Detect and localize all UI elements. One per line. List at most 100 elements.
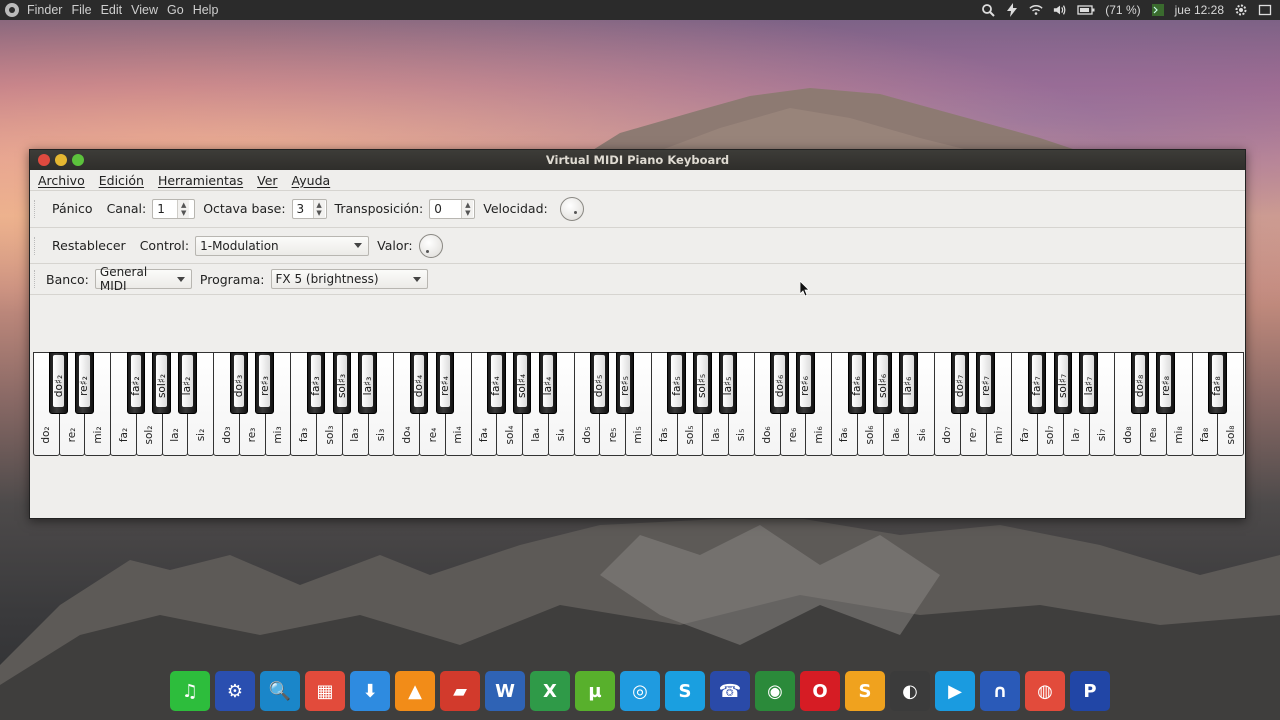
- black-key[interactable]: do♯₆: [770, 352, 789, 414]
- menu-finder[interactable]: Finder: [27, 3, 62, 17]
- headphones-icon[interactable]: ∩: [980, 671, 1020, 711]
- control-select[interactable]: 1-Modulation: [195, 235, 370, 256]
- menu-ver[interactable]: Ver: [257, 173, 277, 188]
- black-key[interactable]: sol♯₅: [693, 352, 712, 414]
- channel-value[interactable]: 1: [153, 202, 177, 216]
- wifi-icon[interactable]: [1029, 3, 1043, 17]
- black-key[interactable]: fa♯₂: [126, 352, 146, 414]
- safari-icon[interactable]: ◎: [620, 671, 660, 711]
- ubuntu-logo-icon[interactable]: [5, 3, 19, 17]
- utorrent-icon[interactable]: µ: [575, 671, 615, 711]
- calculator-icon[interactable]: ▦: [305, 671, 345, 711]
- menu-file[interactable]: File: [71, 3, 91, 17]
- black-key[interactable]: do♯₇: [950, 352, 970, 414]
- panic-button[interactable]: Pánico: [46, 198, 99, 219]
- window-icon[interactable]: [1258, 3, 1272, 17]
- toolbar-grip[interactable]: [34, 270, 38, 288]
- menu-edicion[interactable]: Edición: [99, 173, 144, 188]
- black-key[interactable]: fa♯₈: [1207, 352, 1227, 414]
- steam-icon[interactable]: ◐: [890, 671, 930, 711]
- word-icon[interactable]: W: [485, 671, 525, 711]
- black-key[interactable]: do♯₄: [409, 352, 429, 414]
- bolt-icon[interactable]: [1005, 3, 1019, 17]
- black-key[interactable]: fa♯₆: [847, 352, 867, 414]
- dropdown-arrow-icon[interactable]: [176, 276, 185, 282]
- sublime-icon[interactable]: S: [845, 671, 885, 711]
- bank-select[interactable]: General MIDI: [94, 265, 192, 293]
- toolbar-grip[interactable]: [34, 199, 38, 218]
- play-icon[interactable]: ▶: [935, 671, 975, 711]
- black-key[interactable]: fa♯₃: [306, 352, 326, 414]
- black-key[interactable]: sol♯₄: [512, 352, 532, 414]
- volume-icon[interactable]: [1053, 3, 1067, 17]
- program-select[interactable]: FX 5 (brightness): [270, 269, 428, 289]
- music-icon[interactable]: ♫: [170, 671, 210, 711]
- search-app-icon[interactable]: 🔍: [260, 671, 300, 711]
- octave-spinbox[interactable]: 3 ▲ ▼: [291, 198, 327, 219]
- black-key[interactable]: do♯₂: [49, 352, 68, 414]
- transpose-value[interactable]: 0: [430, 202, 461, 216]
- black-key[interactable]: do♯₃: [229, 352, 249, 414]
- menu-help[interactable]: Help: [193, 3, 219, 17]
- excel-icon[interactable]: X: [530, 671, 570, 711]
- control-value[interactable]: 1-Modulation: [200, 239, 279, 253]
- black-key[interactable]: sol♯₆: [873, 352, 892, 414]
- menu-herramientas[interactable]: Herramientas: [158, 173, 243, 188]
- spin-arrows-icon[interactable]: ▲ ▼: [312, 199, 325, 218]
- black-key[interactable]: la♯₇: [1079, 352, 1098, 414]
- menu-go[interactable]: Go: [167, 3, 184, 17]
- black-key[interactable]: fa♯₄: [487, 352, 506, 414]
- pandora-icon[interactable]: P: [1070, 671, 1110, 711]
- black-key[interactable]: sol♯₃: [332, 352, 352, 414]
- black-key[interactable]: sol♯₇: [1053, 352, 1073, 414]
- toolbar-grip[interactable]: [34, 236, 38, 255]
- bank-value[interactable]: General MIDI: [100, 265, 169, 293]
- black-key[interactable]: re♯₃: [255, 352, 274, 414]
- dropdown-arrow-icon[interactable]: [354, 243, 363, 248]
- download-icon[interactable]: ⬇: [350, 671, 390, 711]
- window-titlebar[interactable]: Virtual MIDI Piano Keyboard: [30, 150, 1245, 170]
- black-key[interactable]: la♯₂: [178, 352, 197, 414]
- black-key[interactable]: re♯₂: [75, 352, 94, 414]
- black-key[interactable]: fa♯₅: [667, 352, 686, 414]
- globe-icon[interactable]: ◉: [755, 671, 795, 711]
- black-key[interactable]: re♯₅: [615, 352, 635, 414]
- menu-view[interactable]: View: [131, 3, 158, 17]
- vlc-icon[interactable]: ▲: [395, 671, 435, 711]
- velocity-knob[interactable]: [559, 196, 584, 221]
- files-icon[interactable]: ▰: [440, 671, 480, 711]
- skype-icon[interactable]: S: [665, 671, 705, 711]
- black-key[interactable]: fa♯₇: [1027, 352, 1047, 414]
- clock[interactable]: jue 12:28: [1175, 3, 1224, 17]
- value-knob[interactable]: [418, 233, 443, 258]
- chrome-icon[interactable]: ◍: [1025, 671, 1065, 711]
- black-key[interactable]: do♯₅: [590, 352, 609, 414]
- octave-value[interactable]: 3: [293, 202, 313, 216]
- search-icon[interactable]: [981, 3, 995, 17]
- spin-arrows-icon[interactable]: ▲ ▼: [177, 199, 190, 218]
- menu-edit[interactable]: Edit: [101, 3, 123, 17]
- transpose-spinbox[interactable]: 0 ▲ ▼: [429, 198, 476, 219]
- battery-icon[interactable]: [1077, 3, 1095, 17]
- black-key[interactable]: la♯₃: [358, 352, 377, 414]
- reset-button[interactable]: Restablecer: [46, 235, 132, 256]
- black-key[interactable]: re♯₄: [435, 352, 455, 414]
- black-key[interactable]: sol♯₂: [152, 352, 171, 414]
- gear-icon[interactable]: [1234, 3, 1248, 17]
- app-icon[interactable]: ⚙: [215, 671, 255, 711]
- opera-icon[interactable]: O: [800, 671, 840, 711]
- phone-icon[interactable]: ☎: [710, 671, 750, 711]
- black-key[interactable]: la♯₄: [538, 352, 558, 414]
- black-key[interactable]: re♯₇: [976, 352, 995, 414]
- spin-arrows-icon[interactable]: ▲ ▼: [461, 199, 474, 218]
- terminal-icon[interactable]: [1151, 3, 1165, 17]
- menu-archivo[interactable]: Archivo: [38, 173, 85, 188]
- black-key[interactable]: do♯₈: [1130, 352, 1150, 414]
- dropdown-arrow-icon[interactable]: [412, 276, 421, 282]
- black-key[interactable]: la♯₆: [899, 352, 918, 414]
- black-key[interactable]: re♯₆: [796, 352, 815, 414]
- black-key[interactable]: la♯₅: [718, 352, 738, 414]
- black-key[interactable]: re♯₈: [1156, 352, 1176, 414]
- channel-spinbox[interactable]: 1 ▲ ▼: [152, 198, 196, 219]
- menu-ayuda[interactable]: Ayuda: [292, 173, 331, 188]
